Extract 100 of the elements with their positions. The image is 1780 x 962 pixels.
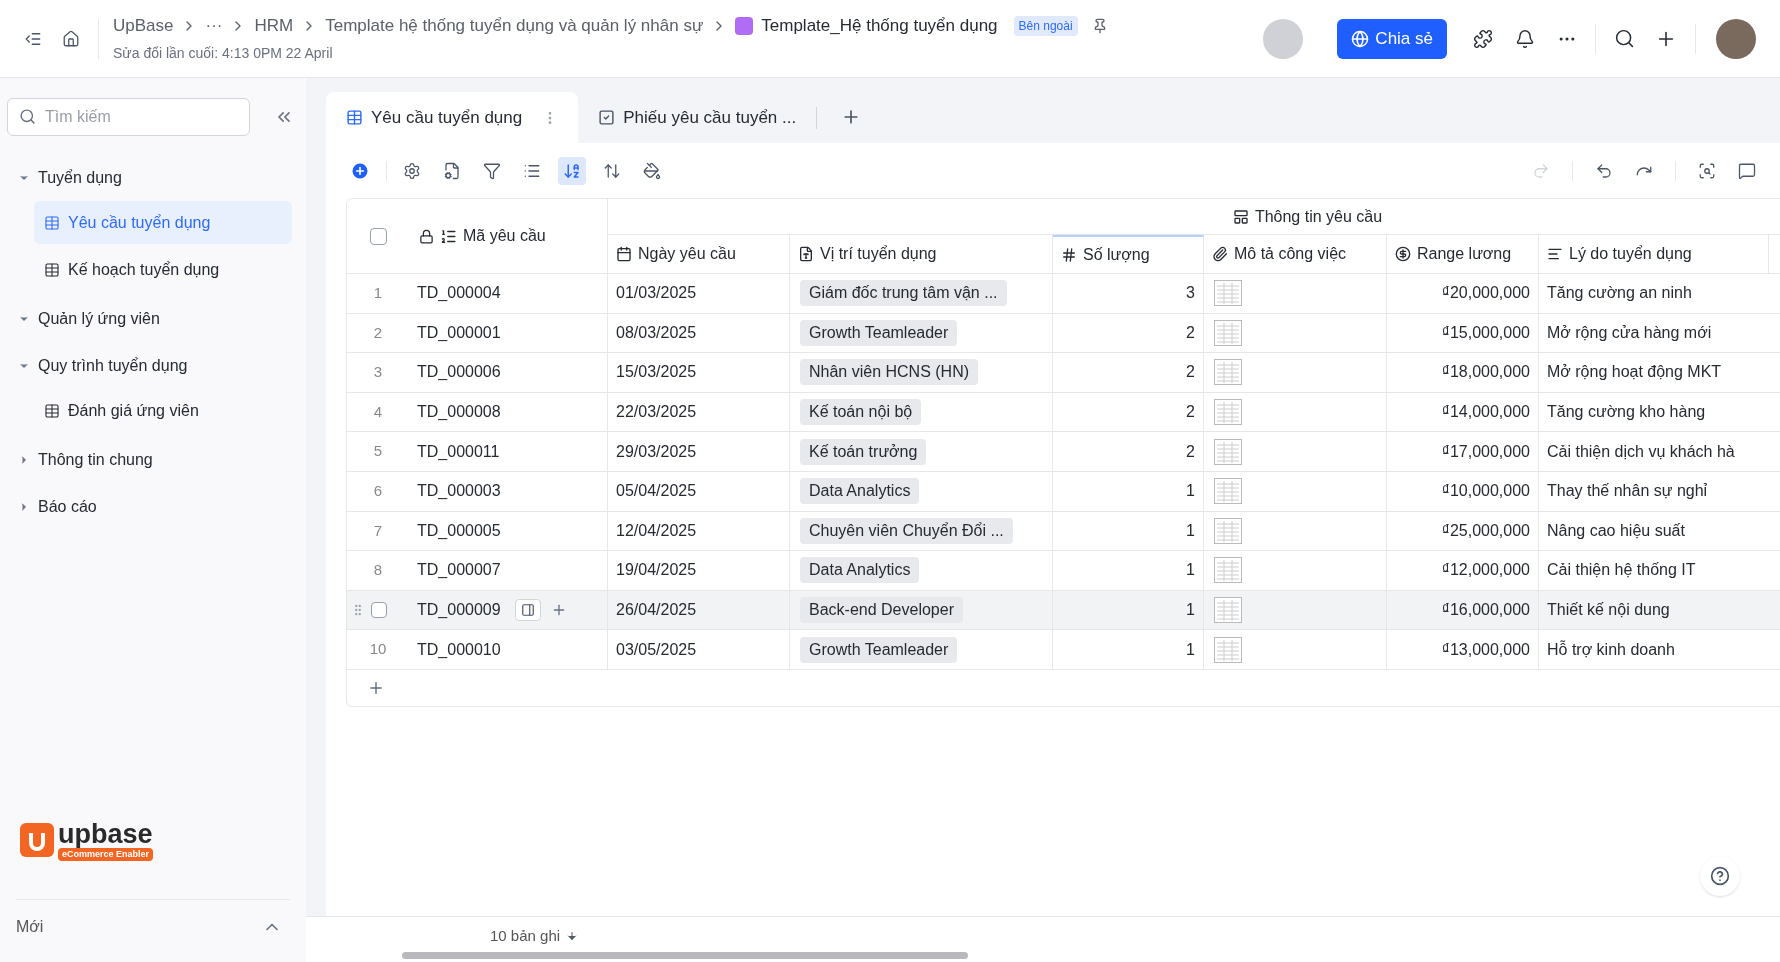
settings-icon[interactable] <box>403 161 421 180</box>
document-thumbnail-icon[interactable] <box>1214 478 1242 505</box>
field-type-icon <box>616 246 632 262</box>
table-icon <box>44 261 60 278</box>
table-row[interactable]: 6 TD_000003 05/04/2025 Data Analytics 1 ₫10,000,000 Thay thế nhân sự nghỉ <box>347 471 1780 512</box>
table-cell-text: 26/04/2025 <box>616 600 697 621</box>
column-group-header[interactable]: Thông tin yêu cầu <box>1232 204 1383 229</box>
table-cell-text: Tăng cường kho hàng <box>1547 402 1706 423</box>
sidebar-item[interactable]: Yêu cầu tuyển dụng <box>34 201 292 244</box>
view-tab[interactable]: Phiếu yêu cầu tuyển ... <box>578 92 817 143</box>
table-cell-text: ₫12,000,000 <box>1441 560 1530 581</box>
column-header[interactable]: Ngày yêu cầu <box>608 235 790 273</box>
row-number: 2 <box>373 322 383 343</box>
table-cell-text: 08/03/2025 <box>616 322 697 343</box>
form-icon <box>598 109 616 126</box>
document-thumbnail-icon[interactable] <box>1214 280 1242 307</box>
table-cell-text: TD_000008 <box>417 402 501 423</box>
sort-icon <box>563 161 581 180</box>
document-thumbnail-icon[interactable] <box>1214 597 1242 624</box>
share-button[interactable]: Chia sẻ <box>1337 18 1447 59</box>
table-cell-text: 12/04/2025 <box>616 520 697 541</box>
table-cell-text: TD_000006 <box>417 362 501 383</box>
find-icon[interactable] <box>1698 161 1716 180</box>
column-header[interactable]: Lý do tuyển dụng <box>1539 235 1769 273</box>
undo-icon[interactable] <box>1595 161 1613 180</box>
logo-icon <box>20 823 54 858</box>
document-thumbnail-icon[interactable] <box>1214 438 1242 465</box>
sidebar-folder[interactable]: Tuyển dụng <box>38 165 122 190</box>
sidebar-folder[interactable]: Báo cáo <box>38 494 97 519</box>
table-cell-text: TD_000011 <box>417 441 500 462</box>
document-thumbnail-icon[interactable] <box>1214 399 1242 426</box>
table-cell-text: ₫15,000,000 <box>1441 322 1530 343</box>
row-number: 7 <box>373 520 383 541</box>
breadcrumb-link[interactable]: ··· <box>205 13 223 39</box>
table-row[interactable]: 8 TD_000007 19/04/2025 Data Analytics 1 ₫12,000,000 Cải thiện hệ thống IT <box>347 551 1780 591</box>
table-cell-text: TD_000003 <box>417 481 501 502</box>
caret-down-icon <box>566 930 579 943</box>
table-row[interactable]: TD_000009 26/04/2025 Back-end Developer 1 ₫16,000,000 Thiết kế nội dung <box>347 590 1780 631</box>
breadcrumb-link[interactable]: Template hệ thống tuyển dụng và quản lý nhân sự <box>325 13 704 39</box>
table-row[interactable]: 4 TD_000008 22/03/2025 Kế toán nội bộ 2 ₫14,000,000 Tăng cường kho hàng <box>347 392 1780 433</box>
sidebar-item[interactable]: Kế hoạch tuyển dụng <box>34 248 292 291</box>
row-height-icon[interactable] <box>603 161 621 180</box>
puzzle-icon[interactable] <box>1473 28 1493 49</box>
table-cell-text: 15/03/2025 <box>616 362 697 383</box>
table-row[interactable]: 2 TD_000001 08/03/2025 Growth Teamleader 2 ₫15,000,000 Mở rộng cửa hàng mới <box>347 313 1780 354</box>
record-count-dropdown[interactable]: 10 bản ghi <box>490 925 579 948</box>
document-thumbnail-icon[interactable] <box>1214 517 1242 544</box>
document-thumbnail-icon[interactable] <box>1214 557 1242 584</box>
last-modified-text: Sửa đổi lần cuối: 4:13 0PM 22 April <box>113 43 334 63</box>
table-row[interactable]: 3 TD_000006 15/03/2025 Nhân viên HCNS (HN) 2 ₫18,000,000 Mở rộng hoạt động MKT <box>347 353 1780 393</box>
field-type-icon <box>1212 246 1228 262</box>
table-cell-text: TD_000007 <box>417 560 501 581</box>
search-field[interactable]: Tìm kiếm <box>7 98 250 136</box>
option-tag: Nhân viên HCNS (HN) <box>800 359 979 386</box>
table-row[interactable]: 10 TD_000010 03/05/2025 Growth Teamleader 1 ₫13,000,000 Hỗ trợ kinh doanh <box>347 630 1780 670</box>
table-cell-text: Thay thế nhân sự nghỉ <box>1547 481 1708 502</box>
document-thumbnail-icon[interactable] <box>1214 636 1242 663</box>
column-header[interactable]: Mã yêu cầu <box>409 199 608 273</box>
table-cell-text: Cải thiện dịch vụ khách hà <box>1547 441 1735 462</box>
table-cell-text: 1 <box>1186 600 1195 621</box>
sidebar-item[interactable]: Đánh giá ứng viên <box>34 389 292 432</box>
expand-record-icon[interactable] <box>514 599 541 622</box>
field-settings-icon[interactable] <box>443 161 461 180</box>
status-badge: Bên ngoài <box>1013 16 1078 36</box>
column-header[interactable]: Range lương <box>1387 235 1539 273</box>
table-cell-text: TD_000010 <box>417 639 501 660</box>
sort-button[interactable] <box>558 156 586 185</box>
row-number: 3 <box>373 362 383 383</box>
table-row[interactable]: 7 TD_000005 12/04/2025 Chuyên viên Chuyển Đổi ... 1 ₫25,000,000 Nâng cao hiệu suất <box>347 511 1780 552</box>
numbered-list-icon <box>440 227 457 245</box>
table-row[interactable]: 1 TD_000004 01/03/2025 Giám đốc trung tâm vận ... 3 ₫20,000,000 Tăng cường an ninh <box>347 274 1780 314</box>
breadcrumb-link[interactable]: UpBase <box>113 13 174 39</box>
sidebar-folder[interactable]: Quy trình tuyển dụng <box>38 353 188 378</box>
document-thumbnail-icon[interactable] <box>1214 319 1242 346</box>
add-record-icon[interactable] <box>350 160 370 181</box>
table-cell-text: ₫25,000,000 <box>1441 520 1530 541</box>
column-header[interactable]: Mô tả công việc <box>1204 235 1387 273</box>
filter-icon[interactable] <box>483 161 501 180</box>
sidebar-folder[interactable]: Quản lý ứng viên <box>38 306 160 331</box>
table-cell-text: 03/05/2025 <box>616 639 697 660</box>
field-type-icon <box>798 246 814 262</box>
view-tab[interactable]: Yêu cầu tuyển dụng <box>326 92 579 143</box>
column-header[interactable]: Vị trí tuyển dụng <box>790 235 1053 273</box>
help-icon[interactable] <box>1700 856 1740 896</box>
document-thumbnail-icon[interactable] <box>1214 359 1242 386</box>
table-row[interactable]: 5 TD_000011 29/03/2025 Kế toán trưởng 2 ₫17,000,000 Cải thiện dịch vụ khách hà <box>347 432 1780 472</box>
checkbox[interactable] <box>371 602 387 619</box>
bell-icon[interactable] <box>1515 28 1535 49</box>
breadcrumb-link[interactable]: HRM <box>254 13 294 39</box>
search-icon[interactable] <box>1614 28 1635 49</box>
table-cell-text: 29/03/2025 <box>616 441 697 462</box>
sidebar-folder[interactable]: Thông tin chung <box>38 447 153 472</box>
table-cell-text: 1 <box>1186 560 1195 581</box>
paint-bucket-icon[interactable] <box>643 161 661 180</box>
field-type-icon <box>1547 246 1563 262</box>
avatar[interactable] <box>1716 18 1756 59</box>
comment-icon[interactable] <box>1738 161 1756 180</box>
checkbox[interactable] <box>369 227 387 245</box>
home-icon[interactable] <box>62 29 80 48</box>
scrollbar[interactable] <box>402 951 968 959</box>
